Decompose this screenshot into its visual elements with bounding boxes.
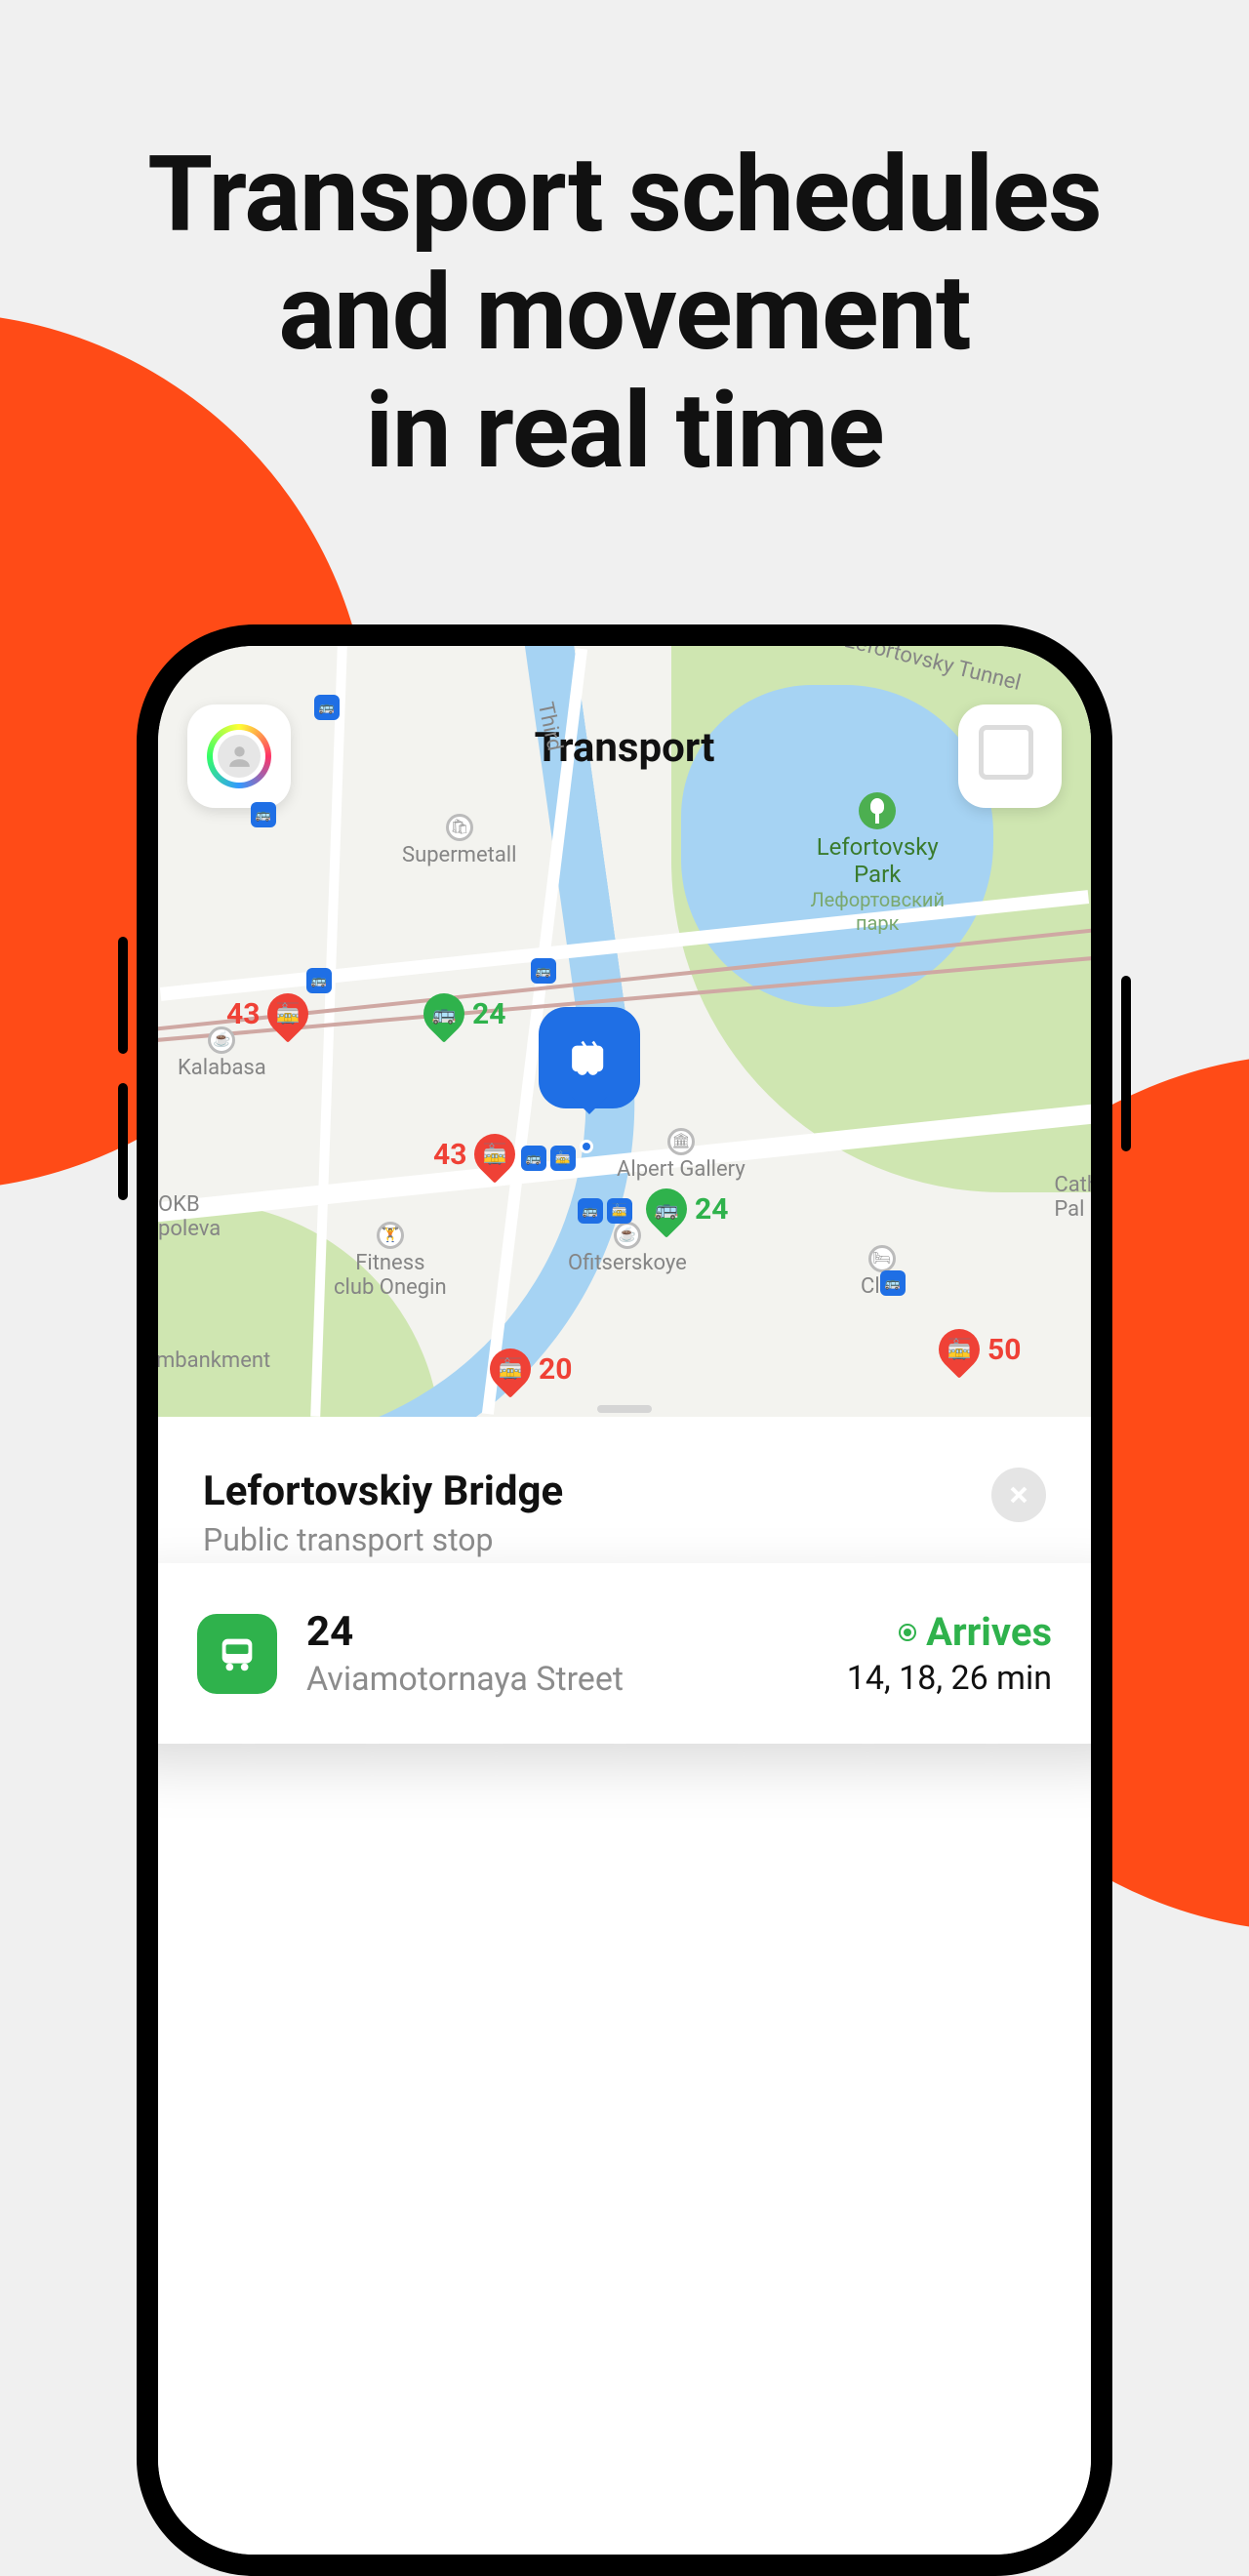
trolleybus-icon [568,1036,611,1079]
tree-icon [859,792,896,829]
stop-chip-icon[interactable]: 🚌 [314,695,340,720]
route-eta-list: 14, 18, 26 min [847,1659,1052,1698]
phone-power [1121,976,1131,1151]
phone-volume-down [118,1083,128,1200]
phone-frame: Transport Lefortovsky Park Лефортовский … [137,624,1112,2576]
poi-kalabasa: ☕Kalabasa [178,1026,266,1080]
profile-button[interactable] [187,704,291,808]
route-destination: Aviamotornaya Street [306,1660,624,1699]
stop-chip-icon[interactable]: 🚌 [531,958,556,984]
marketing-headline: Transport schedules and movement in real… [0,137,1249,491]
bus-icon [197,1614,277,1694]
stop-pair-icon[interactable]: 🚌🚋 [521,1146,576,1171]
stop-subtitle: Public transport stop [203,1521,563,1558]
poi-supermetall: 🛍Supermetall [402,814,517,867]
stop-name: Lefortovskiy Bridge [203,1468,563,1515]
poi-alpert: 🏛Alpert Gallery [617,1128,745,1182]
close-button[interactable] [991,1468,1046,1522]
drag-handle[interactable] [597,1405,652,1413]
layers-button[interactable] [958,704,1062,808]
park-label: Lefortovsky Park Лефортовский парк [810,792,945,935]
stop-chip-icon[interactable]: 🚌 [880,1270,906,1296]
close-icon [1007,1483,1030,1507]
vehicle-pin-bus[interactable]: 🚌24 [423,993,505,1034]
poi-onegin: 🏋Fitness club Onegin [334,1222,447,1301]
stop-pair-icon[interactable]: 🚌🚋 [578,1198,632,1224]
map-view[interactable]: Transport Lefortovsky Park Лефортовский … [158,646,1091,1417]
poi-cathedral: Cath Pal [1054,1173,1091,1223]
stop-chip-icon[interactable]: 🚌 [251,802,276,827]
selected-stop-dot [580,1140,593,1153]
map-mode-title: Transport [158,724,1091,772]
route-number: 24 [306,1608,624,1656]
vehicle-pin-tram[interactable]: 43🚋 [433,1134,515,1175]
stop-chip-icon[interactable]: 🚌 [306,968,332,993]
phone-volume-up [118,937,128,1054]
route-row-highlighted[interactable]: 24 Aviamotornaya Street Arrives 14, 18, … [137,1563,1112,1744]
selected-stop-marker[interactable] [539,1007,640,1108]
avatar-icon [218,735,261,778]
vehicle-pin-bus[interactable]: 🚌24 [646,1188,728,1229]
route-status: Arrives [847,1609,1052,1655]
layers-icon [987,734,1032,779]
vehicle-pin-tram[interactable]: 43🚋 [226,993,308,1034]
vehicle-pin-tram[interactable]: 🚋20 [490,1348,572,1389]
vehicle-pin-tram[interactable]: 🚋50 [939,1329,1021,1370]
poi-embankment: mbankment [158,1348,270,1373]
poi-okb: OKB poleva [158,1192,221,1242]
